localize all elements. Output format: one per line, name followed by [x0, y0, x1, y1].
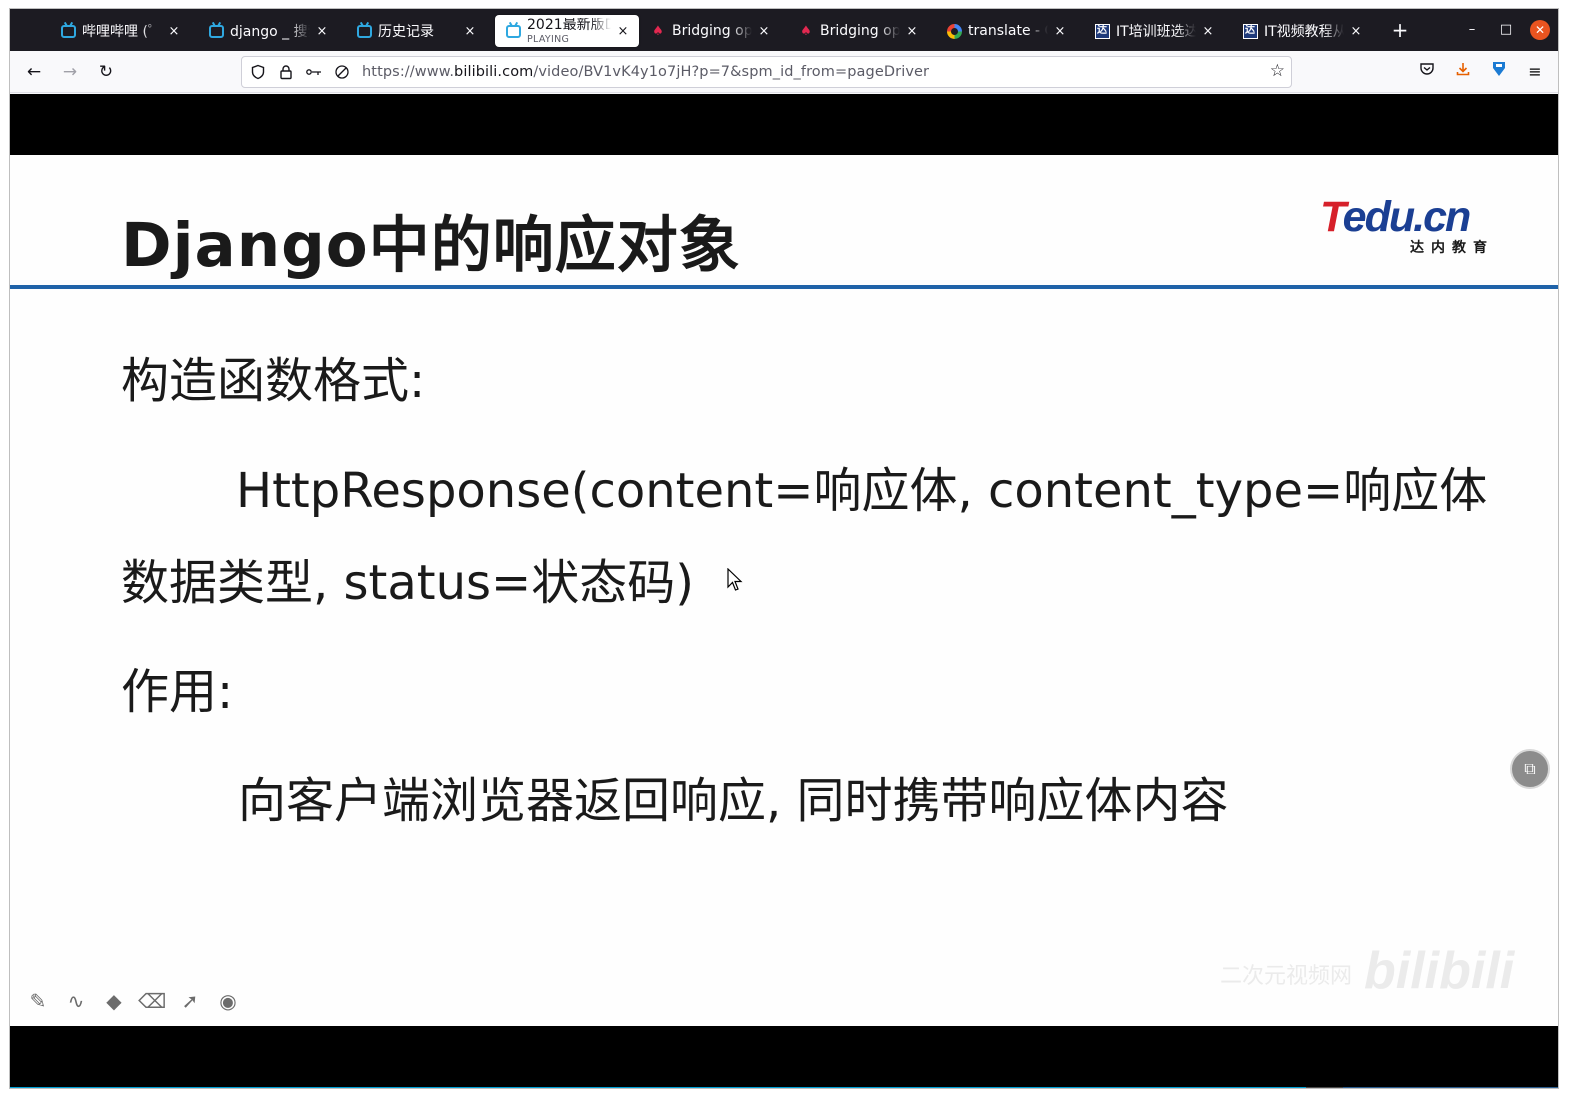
close-tab-icon[interactable]: × — [756, 24, 772, 39]
pen-icon[interactable]: ✎ — [24, 987, 52, 1015]
tab-bridging-2[interactable]: ♠ Bridging operations × — [788, 15, 928, 47]
close-tab-icon[interactable]: × — [1348, 24, 1364, 39]
slide-frame: Django中的响应对象 Tedu.cn 达内教育 构造函数格式: HttpRe… — [10, 155, 1558, 1026]
close-tab-icon[interactable]: × — [615, 24, 631, 39]
downloads-icon[interactable] — [1451, 60, 1475, 84]
autoplay-blocked-icon[interactable] — [330, 60, 354, 84]
url-text[interactable]: https://www.bilibili.com/video/BV1vK4y1o… — [362, 64, 929, 80]
tab-title: 历史记录 — [378, 24, 434, 40]
slide-line-constructor-signature: HttpResponse(content=响应体, content_type=响… — [236, 463, 1488, 519]
lock-icon[interactable] — [274, 60, 298, 84]
minimize-button[interactable]: – — [1462, 20, 1482, 40]
pocket-icon[interactable] — [1415, 60, 1439, 84]
tab-title: django _ 搜索结果 — [230, 24, 310, 40]
maximize-button[interactable]: □ — [1496, 20, 1516, 40]
tab-tedu-video[interactable]: 达 IT视频教程从入门 × — [1232, 15, 1372, 47]
bilibili-icon — [60, 23, 76, 39]
tab-bridging-1[interactable]: ♠ Bridging operations × — [640, 15, 780, 47]
video-player[interactable]: Django中的响应对象 Tedu.cn 达内教育 构造函数格式: HttpRe… — [10, 94, 1558, 1088]
address-bar[interactable]: https://www.bilibili.com/video/BV1vK4y1o… — [241, 56, 1292, 88]
tab-history[interactable]: 历史记录 × — [346, 15, 486, 47]
google-icon — [946, 23, 962, 39]
close-tab-icon[interactable]: × — [904, 24, 920, 39]
title-divider — [10, 285, 1558, 289]
slide-line-constructor-signature-cont: 数据类型, status=状态码) — [121, 555, 694, 611]
close-tab-icon[interactable]: × — [166, 24, 182, 39]
close-tab-icon[interactable]: × — [462, 24, 478, 39]
bilibili-watermark: 二次元视频网 bilibili — [1220, 942, 1515, 1000]
slide-line-purpose-heading: 作用: — [121, 664, 234, 720]
extension-icon[interactable] — [1487, 60, 1511, 84]
reload-button[interactable]: ↻ — [92, 60, 120, 84]
close-tab-icon[interactable]: × — [1200, 24, 1216, 39]
forward-button[interactable]: → — [56, 60, 84, 84]
permissions-icon[interactable] — [302, 60, 326, 84]
navigation-toolbar: ← → ↻ https://www.bilibili.com/video/BV1… — [10, 51, 1558, 93]
slide-line-constructor-heading: 构造函数格式: — [121, 353, 426, 409]
tab-title: 2021最新版Django — [527, 17, 611, 33]
menu-icon[interactable]: ≡ — [1523, 60, 1547, 84]
close-window-button[interactable]: ✕ — [1530, 20, 1550, 40]
tedu-logo: Tedu.cn 达内教育 — [1320, 193, 1494, 256]
tab-tedu-training[interactable]: 达 IT培训班选达内 × — [1084, 15, 1224, 47]
browser-window: 哔哩哔哩 (゜-゜)つロ 干杯~ × django _ 搜索结果 × 历史记录 … — [9, 8, 1559, 1089]
picture-in-picture-button[interactable]: ⧉ — [1510, 749, 1550, 789]
tab-title: IT培训班选达内 — [1116, 24, 1196, 40]
video-progress-bar[interactable] — [10, 1087, 1558, 1088]
bookmark-star-icon[interactable]: ☆ — [1270, 61, 1285, 81]
record-icon[interactable]: ◉ — [214, 987, 242, 1015]
tab-bilibili-home[interactable]: 哔哩哔哩 (゜-゜)つロ 干杯~ × — [50, 15, 190, 47]
slide-title: Django中的响应对象 — [121, 210, 741, 281]
tab-django-video[interactable]: 2021最新版Django PLAYING × — [495, 15, 639, 47]
annotation-toolbar: ✎ ∿ ◆ ⌫ ➚ ◉ — [24, 987, 242, 1015]
tab-title: 哔哩哔哩 (゜-゜)つロ 干杯~ — [82, 24, 162, 40]
close-tab-icon[interactable]: × — [314, 24, 330, 39]
progress-played — [10, 1087, 1306, 1088]
shield-icon[interactable] — [246, 60, 270, 84]
tedu-icon: 达 — [1242, 23, 1258, 39]
pointer-icon[interactable]: ➚ — [176, 987, 204, 1015]
highlighter-icon[interactable]: ◆ — [100, 987, 128, 1015]
tedu-icon: 达 — [1094, 23, 1110, 39]
new-tab-button[interactable]: + — [1388, 18, 1412, 42]
slide-line-purpose-text: 向客户端浏览器返回响应, 同时携带响应体内容 — [238, 773, 1229, 829]
bilibili-icon — [505, 23, 521, 39]
curve-icon[interactable]: ∿ — [62, 987, 90, 1015]
tab-translate[interactable]: translate - Google × — [936, 15, 1076, 47]
mouse-cursor-icon — [727, 568, 743, 591]
tab-title: Bridging operations — [672, 23, 752, 39]
tab-django-search[interactable]: django _ 搜索结果 × — [198, 15, 338, 47]
eraser-icon[interactable]: ⌫ — [138, 987, 166, 1015]
tab-strip: 哔哩哔哩 (゜-゜)つロ 干杯~ × django _ 搜索结果 × 历史记录 … — [10, 9, 1558, 51]
progress-buffered — [1305, 1087, 1343, 1088]
close-tab-icon[interactable]: × — [1052, 24, 1068, 39]
bilibili-icon — [208, 23, 224, 39]
tab-title: IT视频教程从入门 — [1264, 24, 1344, 40]
maple-leaf-icon: ♠ — [800, 23, 812, 39]
tab-playing-label: PLAYING — [527, 33, 570, 45]
tab-title: Bridging operations — [820, 23, 900, 39]
back-button[interactable]: ← — [20, 60, 48, 84]
bilibili-icon — [356, 23, 372, 39]
tab-title: translate - Google — [968, 23, 1048, 39]
maple-leaf-icon: ♠ — [652, 23, 664, 39]
